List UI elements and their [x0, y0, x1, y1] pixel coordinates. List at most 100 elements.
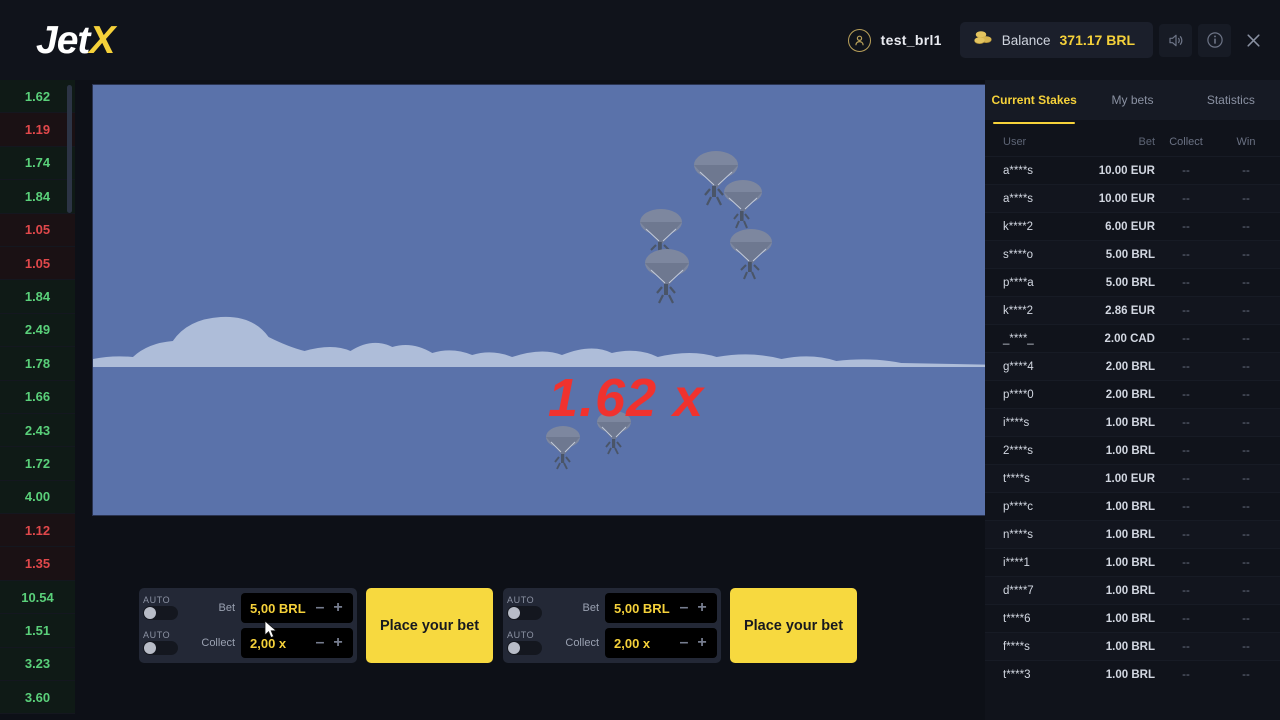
- auto-bet-switch[interactable]: [143, 606, 178, 620]
- bet-increase-button[interactable]: +: [693, 597, 711, 619]
- cell-user: t****6: [1003, 612, 1031, 625]
- bets-table-header: User Bet Collect Win: [985, 128, 1280, 156]
- table-row[interactable]: s****o 5.00 BRL -- --: [985, 240, 1280, 268]
- table-row[interactable]: n****s 1.00 BRL -- --: [985, 520, 1280, 548]
- cell-win: --: [1242, 416, 1250, 429]
- history-item[interactable]: 1.78: [0, 347, 75, 381]
- table-row[interactable]: i****s 1.00 BRL -- --: [985, 408, 1280, 436]
- info-icon[interactable]: [1198, 23, 1231, 57]
- close-icon[interactable]: [1237, 24, 1270, 57]
- cell-user: d****7: [1003, 584, 1034, 597]
- history-item[interactable]: 1.35: [0, 547, 75, 581]
- speaker-icon[interactable]: [1159, 23, 1192, 57]
- history-item[interactable]: 4.00: [0, 480, 75, 515]
- collect-increase-button[interactable]: +: [329, 632, 347, 654]
- collect-multiplier-input[interactable]: 2,00 x – +: [605, 628, 717, 658]
- table-row[interactable]: t****s 1.00 EUR -- --: [985, 464, 1280, 492]
- cell-user: s****o: [1003, 248, 1034, 261]
- collect-label: Collect: [565, 637, 599, 649]
- cell-bet: 1.00 BRL: [1105, 612, 1155, 625]
- bet-amount-input[interactable]: 5,00 BRL – +: [605, 593, 717, 623]
- collect-decrease-button[interactable]: –: [675, 632, 693, 654]
- history-item[interactable]: 1.05: [0, 213, 75, 247]
- auto-bet-toggle[interactable]: AUTO: [507, 596, 551, 620]
- table-row[interactable]: k****2 2.86 EUR -- --: [985, 296, 1280, 324]
- auto-bet-switch[interactable]: [507, 606, 542, 620]
- bet-decrease-button[interactable]: –: [675, 597, 693, 619]
- table-row[interactable]: i****1 1.00 BRL -- --: [985, 548, 1280, 576]
- cell-user: a****s: [1003, 164, 1034, 177]
- cell-collect: --: [1182, 276, 1190, 289]
- collect-multiplier-value: 2,00 x: [250, 635, 287, 651]
- cell-win: --: [1242, 472, 1250, 485]
- round-history-sidebar[interactable]: 1.62 1.19 1.74 1.84 1.05 1.05 1.84 2.49 1.78 1.66…: [0, 80, 75, 720]
- auto-collect-toggle[interactable]: AUTO: [507, 631, 551, 655]
- history-item[interactable]: 1.66: [0, 380, 75, 414]
- auto-collect-toggle[interactable]: AUTO: [143, 631, 187, 655]
- tab-current-stakes[interactable]: Current Stakes: [985, 80, 1083, 124]
- tab-my-bets[interactable]: My bets: [1083, 80, 1181, 120]
- header-right-group: test_brl1 Balance 371.17 BRL: [847, 22, 1280, 58]
- history-item[interactable]: 10.54: [0, 580, 75, 615]
- collect-decrease-button[interactable]: –: [311, 632, 329, 654]
- history-item[interactable]: 1.84: [0, 280, 75, 314]
- history-item[interactable]: 2.49: [0, 313, 75, 348]
- cell-user: 2****s: [1003, 444, 1034, 457]
- table-row[interactable]: t****3 1.00 BRL -- --: [985, 660, 1280, 688]
- table-row[interactable]: g****4 2.00 BRL -- --: [985, 352, 1280, 380]
- cell-collect: --: [1182, 192, 1190, 205]
- bet-label: Bet: [582, 602, 599, 614]
- cell-win: --: [1242, 640, 1250, 653]
- place-bet-button[interactable]: Place your bet: [730, 588, 857, 663]
- cell-collect: --: [1182, 248, 1190, 261]
- cell-user: p****c: [1003, 500, 1034, 513]
- table-row[interactable]: a****s 10.00 EUR -- --: [985, 156, 1280, 184]
- history-scrollbar-thumb[interactable]: [67, 85, 72, 213]
- history-item[interactable]: 3.60: [0, 681, 75, 715]
- table-row[interactable]: f****s 1.00 BRL -- --: [985, 632, 1280, 660]
- history-item[interactable]: 1.12: [0, 514, 75, 548]
- collect-row: AUTO Collect 2,00 x – +: [143, 627, 353, 659]
- history-item[interactable]: 3.23: [0, 647, 75, 682]
- bet-increase-button[interactable]: +: [329, 597, 347, 619]
- collect-multiplier-input[interactable]: 2,00 x – +: [241, 628, 353, 658]
- history-item[interactable]: 1.05: [0, 246, 75, 281]
- history-item[interactable]: 1.84: [0, 180, 75, 214]
- cell-win: --: [1242, 220, 1250, 233]
- table-row[interactable]: t****6 1.00 BRL -- --: [985, 604, 1280, 632]
- app-header: JetX test_brl1 Balance 371.17 BRL: [0, 0, 1280, 80]
- user-account[interactable]: test_brl1: [847, 28, 942, 52]
- auto-collect-switch[interactable]: [143, 641, 178, 655]
- table-row[interactable]: p****c 1.00 BRL -- --: [985, 492, 1280, 520]
- user-name-label: test_brl1: [880, 32, 942, 48]
- table-row[interactable]: 2****s 1.00 BRL -- --: [985, 436, 1280, 464]
- table-row[interactable]: p****0 2.00 BRL -- --: [985, 380, 1280, 408]
- toggle-knob: [508, 642, 520, 654]
- history-item[interactable]: 1.19: [0, 113, 75, 147]
- cell-bet: 1.00 BRL: [1105, 416, 1155, 429]
- balance-display[interactable]: Balance 371.17 BRL: [959, 22, 1153, 58]
- bet-amount-input[interactable]: 5,00 BRL – +: [241, 593, 353, 623]
- table-row[interactable]: k****2 6.00 EUR -- --: [985, 212, 1280, 240]
- table-row[interactable]: d****7 1.00 BRL -- --: [985, 576, 1280, 604]
- multiplier-display: 1.62 x: [548, 368, 705, 428]
- coins-icon: [974, 30, 993, 51]
- auto-bet-toggle[interactable]: AUTO: [143, 596, 187, 620]
- bets-table-body[interactable]: a****s 10.00 EUR -- -- a****s 10.00 EUR -- -- k*…: [985, 156, 1280, 688]
- place-bet-button[interactable]: Place your bet: [366, 588, 493, 663]
- cell-user: p****0: [1003, 388, 1034, 401]
- history-item[interactable]: 1.62: [0, 80, 75, 114]
- table-row[interactable]: p****a 5.00 BRL -- --: [985, 268, 1280, 296]
- table-row[interactable]: _****_ 2.00 CAD -- --: [985, 324, 1280, 352]
- cell-bet: 2.00 CAD: [1104, 332, 1156, 345]
- cell-win: --: [1242, 668, 1250, 681]
- history-item[interactable]: 1.51: [0, 614, 75, 648]
- collect-increase-button[interactable]: +: [693, 632, 711, 654]
- bet-decrease-button[interactable]: –: [311, 597, 329, 619]
- history-item[interactable]: 1.72: [0, 447, 75, 481]
- auto-collect-switch[interactable]: [507, 641, 542, 655]
- table-row[interactable]: a****s 10.00 EUR -- --: [985, 184, 1280, 212]
- tab-statistics[interactable]: Statistics: [1182, 80, 1280, 120]
- history-item[interactable]: 1.74: [0, 146, 75, 181]
- history-item[interactable]: 2.43: [0, 413, 75, 448]
